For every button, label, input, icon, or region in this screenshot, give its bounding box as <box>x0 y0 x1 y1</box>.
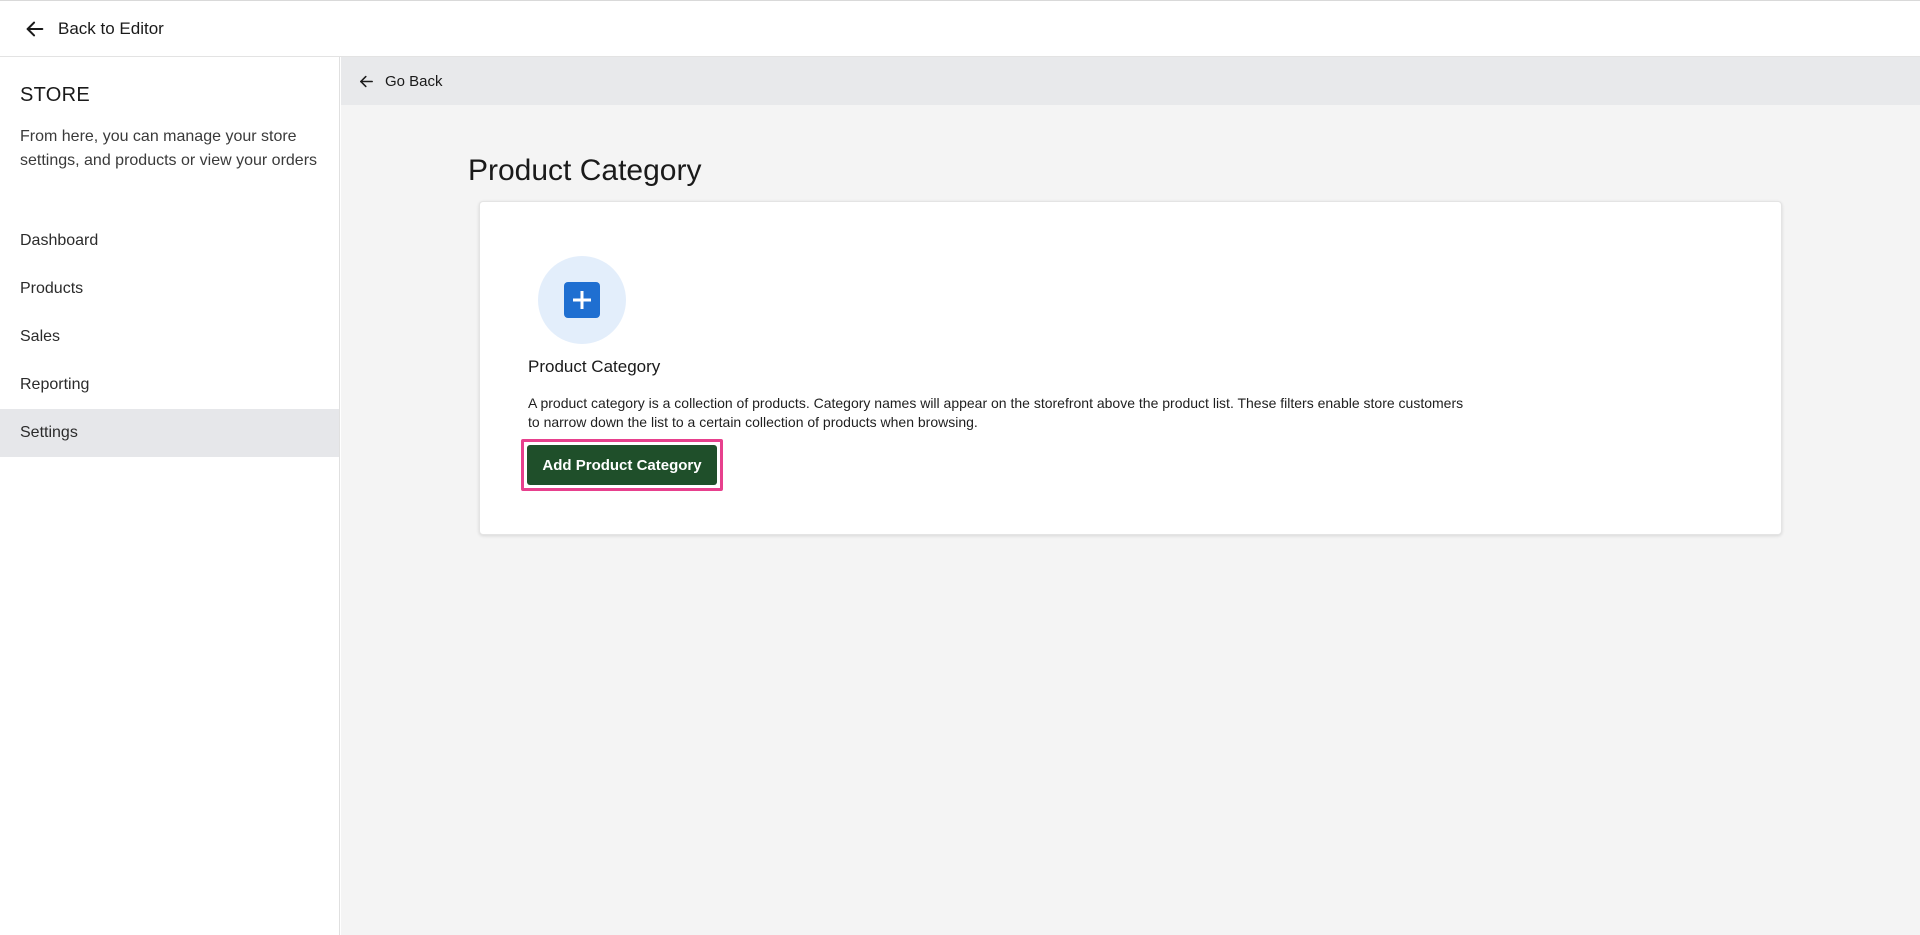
sidebar-item-products[interactable]: Products <box>0 265 339 313</box>
main-content: Go Back Product Category Product Categor… <box>341 57 1920 935</box>
sidebar-item-settings[interactable]: Settings <box>0 409 339 457</box>
arrow-left-icon <box>26 21 44 36</box>
add-product-category-button[interactable]: Add Product Category <box>527 445 717 485</box>
go-back-bar: Go Back <box>341 57 1920 105</box>
sidebar-nav: Dashboard Products Sales Reporting Setti… <box>0 217 339 457</box>
top-bar: Back to Editor <box>0 0 1920 57</box>
page-title: Product Category <box>468 154 702 187</box>
sidebar-description: From here, you can manage your store set… <box>20 128 318 169</box>
sidebar-title: STORE <box>20 84 91 106</box>
sidebar-item-sales[interactable]: Sales <box>0 313 339 361</box>
product-category-card: Product Category A product category is a… <box>479 201 1782 535</box>
sidebar-item-dashboard[interactable]: Dashboard <box>0 217 339 265</box>
back-to-editor-button[interactable]: Back to Editor <box>24 18 164 40</box>
card-title: Product Category <box>528 357 661 376</box>
icon-circle <box>538 256 626 344</box>
card-description: A product category is a collection of pr… <box>528 395 1464 430</box>
go-back-button[interactable]: Go Back <box>358 73 443 90</box>
sidebar-item-reporting[interactable]: Reporting <box>0 361 339 409</box>
back-to-editor-label: Back to Editor <box>58 18 164 38</box>
plus-square-icon <box>564 282 600 318</box>
arrow-left-icon <box>360 75 373 87</box>
sidebar: STORE From here, you can manage your sto… <box>0 57 340 935</box>
go-back-label: Go Back <box>385 72 443 90</box>
